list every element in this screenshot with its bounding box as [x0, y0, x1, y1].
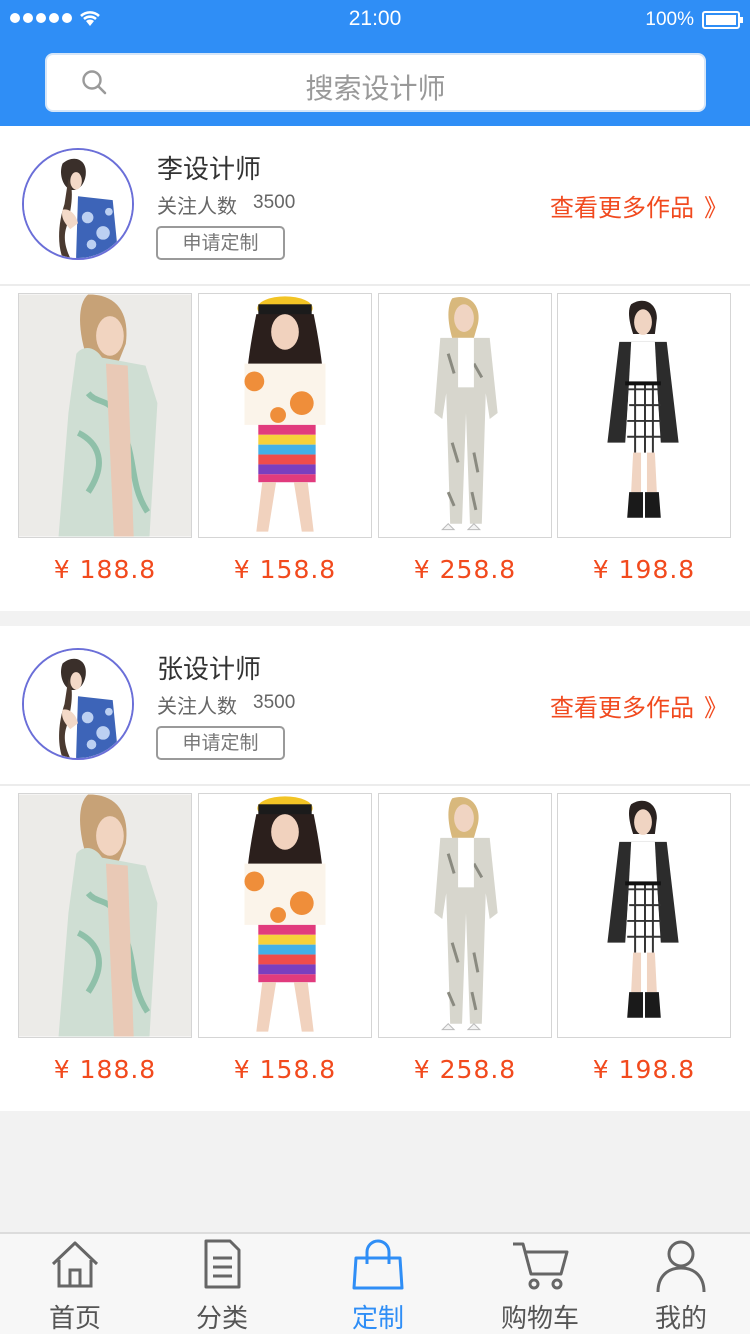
designer-header: 李设计师 关注人数 3500 申请定制 查看更多作品》	[0, 126, 750, 286]
product-item[interactable]: ¥ 258.8	[378, 793, 552, 1084]
product-image[interactable]	[18, 793, 192, 1038]
status-time: 21:00	[348, 7, 402, 30]
designer-avatar[interactable]	[22, 148, 134, 260]
search-placeholder: 搜索设计师	[305, 72, 446, 105]
product-item[interactable]: ¥ 158.8	[198, 793, 372, 1084]
product-price: ¥ 198.8	[592, 1055, 696, 1084]
view-more-label: 查看更多作品	[550, 194, 694, 222]
product-price: ¥ 188.8	[53, 1055, 157, 1084]
tab-label: 分类	[195, 1304, 248, 1334]
designer-header: 张设计师 关注人数 3500 申请定制 查看更多作品》	[0, 626, 750, 786]
product-price: ¥ 198.8	[592, 555, 696, 584]
home-icon	[51, 1241, 99, 1288]
double-chevron-right-icon: 》	[704, 694, 728, 722]
product-image[interactable]	[198, 793, 372, 1038]
product-item[interactable]: ¥ 158.8	[198, 293, 372, 584]
follow-label: 关注人数	[157, 194, 237, 218]
user-icon	[656, 1240, 706, 1293]
bag-icon	[352, 1239, 404, 1290]
search-input[interactable]: 搜索设计师	[45, 53, 706, 112]
designer-name[interactable]: 李设计师	[157, 149, 261, 186]
product-image[interactable]	[18, 293, 192, 538]
product-image[interactable]	[557, 793, 731, 1038]
product-price: ¥ 158.8	[233, 1055, 337, 1084]
product-image[interactable]	[378, 793, 552, 1038]
double-chevron-right-icon: 》	[704, 194, 728, 222]
tab-label: 定制	[351, 1304, 404, 1334]
tab-cart[interactable]: 购物车	[465, 1234, 615, 1334]
tab-mine[interactable]: 我的	[606, 1234, 750, 1334]
apply-custom-button[interactable]: 申请定制	[156, 726, 285, 760]
tab-custom[interactable]: 定制	[303, 1234, 453, 1334]
product-price: ¥ 188.8	[53, 555, 157, 584]
view-more-label: 查看更多作品	[550, 694, 694, 722]
tab-label: 首页	[48, 1304, 101, 1334]
tab-label: 我的	[654, 1304, 707, 1334]
header: 21:00 100% 搜索设计师	[0, 0, 750, 126]
status-bar: 21:00 100%	[0, 0, 750, 40]
product-image[interactable]	[557, 293, 731, 538]
bottom-tab-bar: 首页 分类 定制 购物车 我的	[0, 1232, 750, 1334]
tab-home[interactable]: 首页	[0, 1234, 150, 1334]
product-item[interactable]: ¥ 198.8	[557, 293, 731, 584]
product-price: ¥ 258.8	[413, 1055, 517, 1084]
follow-count: 3500	[253, 692, 296, 713]
battery-icon	[702, 11, 743, 29]
cart-icon	[513, 1242, 569, 1290]
follow-count: 3500	[253, 192, 296, 213]
product-image[interactable]	[198, 293, 372, 538]
product-price: ¥ 258.8	[413, 555, 517, 584]
follow-label: 关注人数	[157, 694, 237, 718]
product-item[interactable]: ¥ 188.8	[18, 793, 192, 1084]
product-image[interactable]	[378, 293, 552, 538]
designer-name[interactable]: 张设计师	[157, 649, 261, 686]
document-icon	[204, 1239, 241, 1289]
designer-avatar[interactable]	[22, 648, 134, 760]
product-price: ¥ 158.8	[233, 555, 337, 584]
view-more-link[interactable]: 查看更多作品》	[550, 188, 728, 223]
product-item[interactable]: ¥ 258.8	[378, 293, 552, 584]
designer-card: 张设计师 关注人数 3500 申请定制 查看更多作品》 ¥ 188.8 ¥ 15…	[0, 626, 750, 1111]
product-item[interactable]: ¥ 198.8	[557, 793, 731, 1084]
view-more-link[interactable]: 查看更多作品》	[550, 688, 728, 723]
designer-card: 李设计师 关注人数 3500 申请定制 查看更多作品》 ¥ 188.8 ¥ 15…	[0, 126, 750, 611]
tab-label: 购物车	[500, 1304, 579, 1334]
battery-percent: 100%	[645, 9, 694, 30]
tab-category[interactable]: 分类	[147, 1234, 297, 1334]
apply-custom-button[interactable]: 申请定制	[156, 226, 285, 260]
product-item[interactable]: ¥ 188.8	[18, 293, 192, 584]
